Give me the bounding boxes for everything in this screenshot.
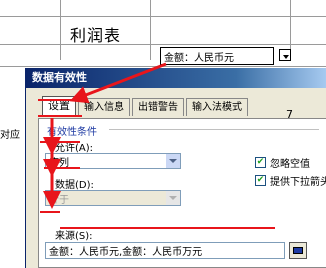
data-validation-dialog: 数据有效性 设置 输入信息 出错警告 输入法模式 有效性条件 允许(A): 序列…: [25, 68, 326, 268]
provide-dropdown-checkbox[interactable]: ✔: [255, 175, 266, 186]
cell-dropdown[interactable]: 金额：人民币元: [160, 47, 274, 65]
provide-dropdown-option[interactable]: ✔ 提供下拉箭头: [255, 173, 326, 188]
settings-panel: 有效性条件 允许(A): 序列 数据(D): 介于 ✔ 忽略空值 ✔ 提供下拉箭…: [38, 118, 326, 268]
range-select-icon: [293, 247, 303, 254]
grid-line: [150, 0, 151, 60]
chevron-down-icon[interactable]: [166, 191, 180, 205]
tab-settings[interactable]: 设置: [42, 96, 76, 116]
source-input[interactable]: 金额：人民币元,金额：人民币万元: [45, 242, 285, 259]
tab-ime-mode[interactable]: 输入法模式: [186, 98, 248, 116]
ignore-blank-checkbox[interactable]: ✔: [255, 157, 266, 168]
group-divider: [109, 129, 319, 130]
allow-select[interactable]: 序列: [45, 153, 181, 169]
ignore-blank-option[interactable]: ✔ 忽略空值: [255, 155, 310, 170]
allow-select-value: 序列: [49, 157, 69, 169]
grid-line: [0, 44, 326, 45]
data-select-value: 介于: [49, 194, 69, 206]
provide-dropdown-label: 提供下拉箭头: [270, 177, 326, 188]
data-select[interactable]: 介于: [45, 190, 181, 206]
grid-line: [0, 16, 326, 17]
ignore-blank-label: 忽略空值: [270, 159, 310, 170]
dialog-tabs: 设置 输入信息 出错警告 输入法模式: [42, 96, 250, 116]
chevron-down-icon[interactable]: [166, 154, 180, 168]
side-number: 7: [286, 108, 293, 121]
source-label: 来源(S):: [55, 231, 93, 242]
tab-input-message[interactable]: 输入信息: [78, 98, 130, 116]
grid-line: [0, 66, 326, 67]
dialog-title: 数据有效性: [26, 68, 326, 88]
grid-line: [60, 0, 61, 60]
cell-value: 金额：人民币元: [164, 52, 234, 64]
collapse-dialog-button[interactable]: [289, 242, 307, 259]
group-label: 有效性条件: [47, 127, 97, 138]
tab-error-alert[interactable]: 出错警告: [132, 98, 184, 116]
cell-dropdown-arrow-icon[interactable]: [279, 49, 291, 61]
allow-label: 允许(A):: [55, 143, 94, 154]
source-input-value: 金额：人民币元,金额：人民币万元: [49, 247, 203, 258]
left-cell-text: 对应: [0, 130, 20, 141]
data-label: 数据(D):: [55, 180, 94, 191]
sheet-title: 利润表: [70, 26, 122, 45]
